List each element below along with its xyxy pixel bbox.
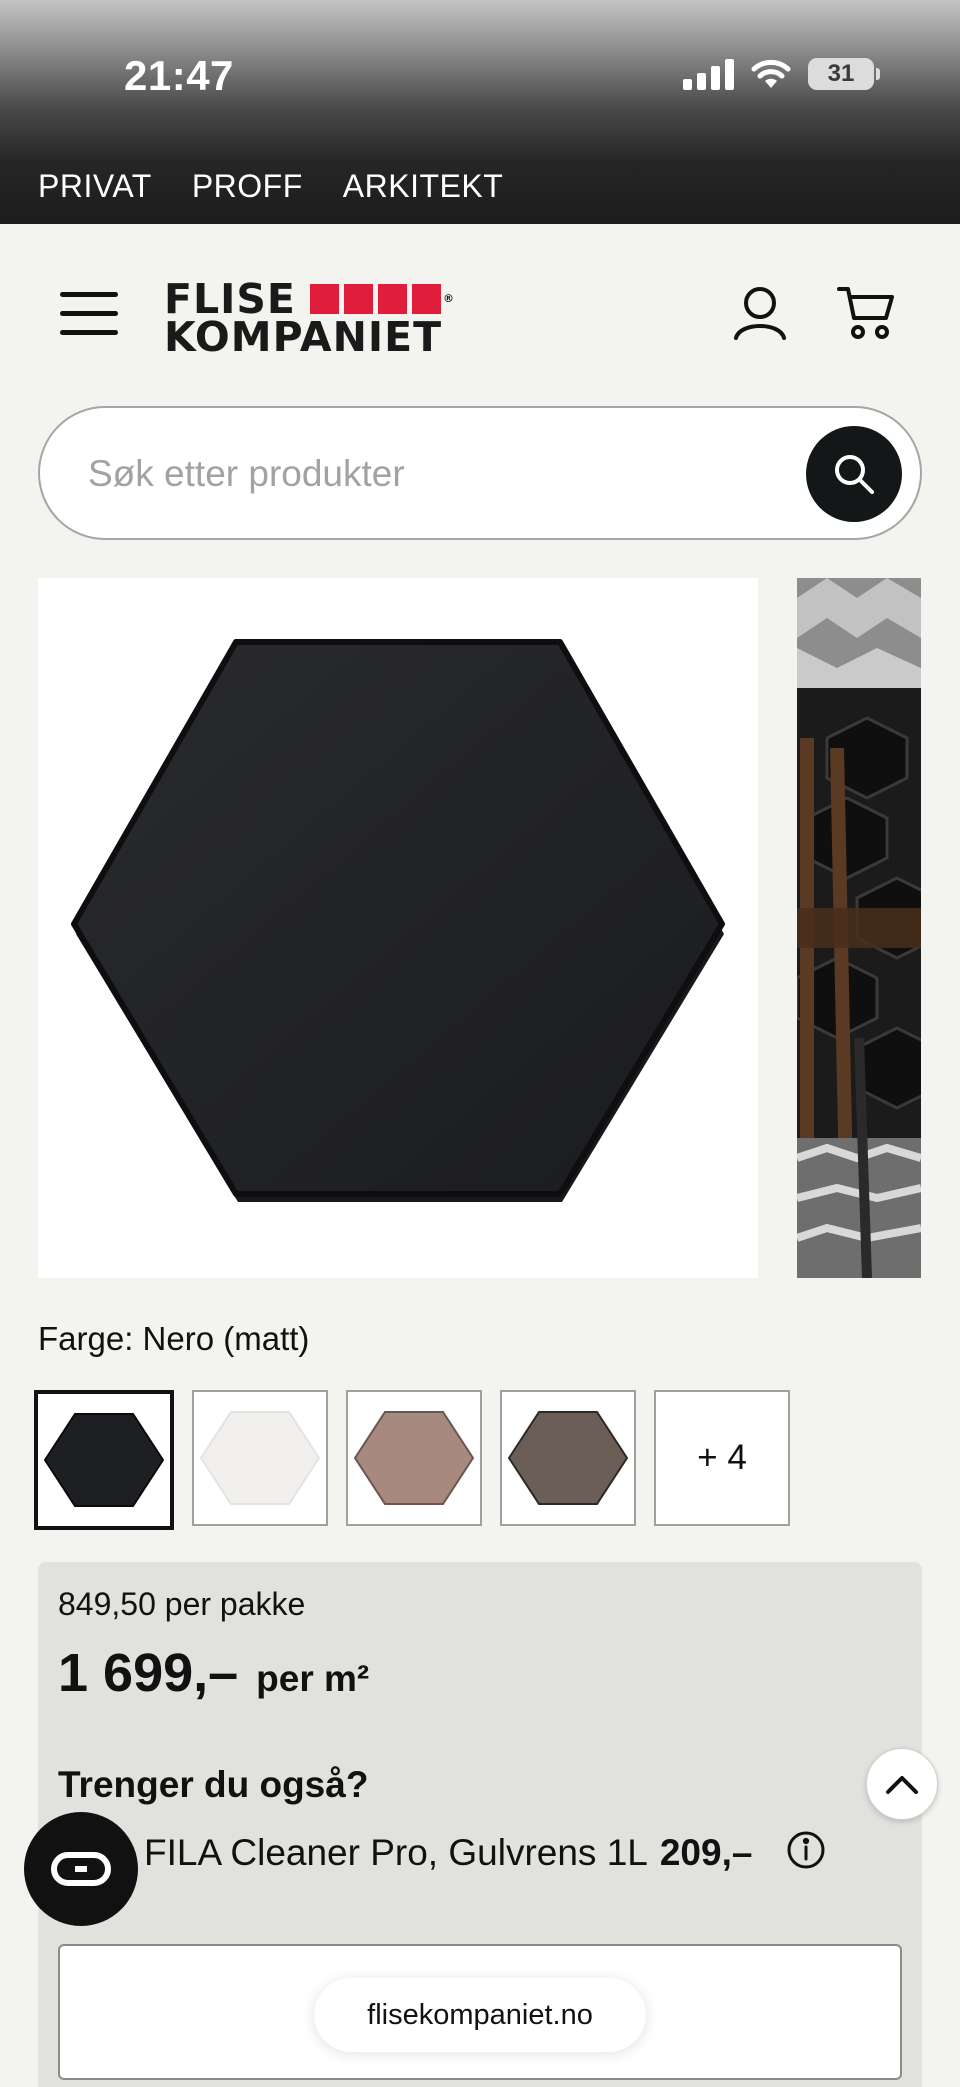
price-per-package: 849,50 per pakke [58, 1586, 306, 1622]
search-bar [38, 406, 922, 540]
swatch-hexagon [199, 1411, 321, 1505]
swatch-hexagon [353, 1411, 475, 1505]
battery-icon: 31 [808, 58, 880, 90]
site-header: FLISE ® KOMPANIET [0, 224, 960, 404]
more-colors-button[interactable]: + 4 [654, 1390, 790, 1526]
product-main-image[interactable] [38, 578, 758, 1278]
chevron-up-icon [886, 1776, 918, 1794]
segment-nav: PRIVAT PROFF ARKITEKT [38, 168, 503, 205]
search-icon [835, 455, 874, 494]
product-lifestyle-image[interactable] [797, 578, 921, 1278]
segment-proff[interactable]: PROFF [192, 168, 303, 205]
user-icon[interactable] [732, 284, 788, 345]
swatch-nero[interactable] [34, 1390, 174, 1530]
addon-item[interactable]: FILA Cleaner Pro, Gulvrens 1L 209,– [144, 1830, 826, 1875]
cart-icon[interactable] [836, 284, 896, 347]
segment-arkitekt[interactable]: ARKITEKT [343, 168, 503, 205]
segment-privat[interactable]: PRIVAT [38, 168, 152, 205]
addon-name: FILA Cleaner Pro, Gulvrens 1L [144, 1831, 648, 1873]
swatch-brown[interactable] [500, 1390, 636, 1526]
color-label: Farge: Nero (matt) [38, 1320, 310, 1357]
swatch-hexagon [43, 1413, 165, 1507]
swatch-white[interactable] [192, 1390, 328, 1526]
color-swatches: + 4 [34, 1390, 790, 1530]
info-icon[interactable] [786, 1830, 826, 1875]
addons-title: Trenger du også? [58, 1764, 369, 1805]
search-input[interactable] [88, 436, 788, 512]
status-time: 21:47 [124, 52, 234, 99]
price-row: 1 699,– per m² [58, 1642, 369, 1704]
browser-url-bar[interactable]: flisekompaniet.no [314, 1978, 646, 2052]
status-icons: 31 [683, 58, 880, 90]
swatch-beige[interactable] [346, 1390, 482, 1526]
wifi-icon [750, 58, 792, 90]
chat-button[interactable] [24, 1812, 138, 1926]
signal-icon [683, 58, 734, 90]
swatch-hexagon [507, 1411, 629, 1505]
addon-price: 209,– [659, 1831, 753, 1873]
logo-text-line2: KOMPANIET [164, 313, 443, 361]
chat-icon [51, 1852, 111, 1886]
menu-icon[interactable] [60, 292, 120, 336]
price: 1 699,– [58, 1643, 239, 1703]
price-unit: per m² [256, 1658, 370, 1699]
logo[interactable]: FLISE ® KOMPANIET [164, 279, 455, 361]
search-button[interactable] [806, 426, 902, 522]
scroll-to-top-button[interactable] [866, 1748, 938, 1820]
top-bar: 21:47 31 PRIVAT PROFF ARKITEKT [0, 0, 960, 224]
logo-red-blocks [309, 284, 441, 314]
